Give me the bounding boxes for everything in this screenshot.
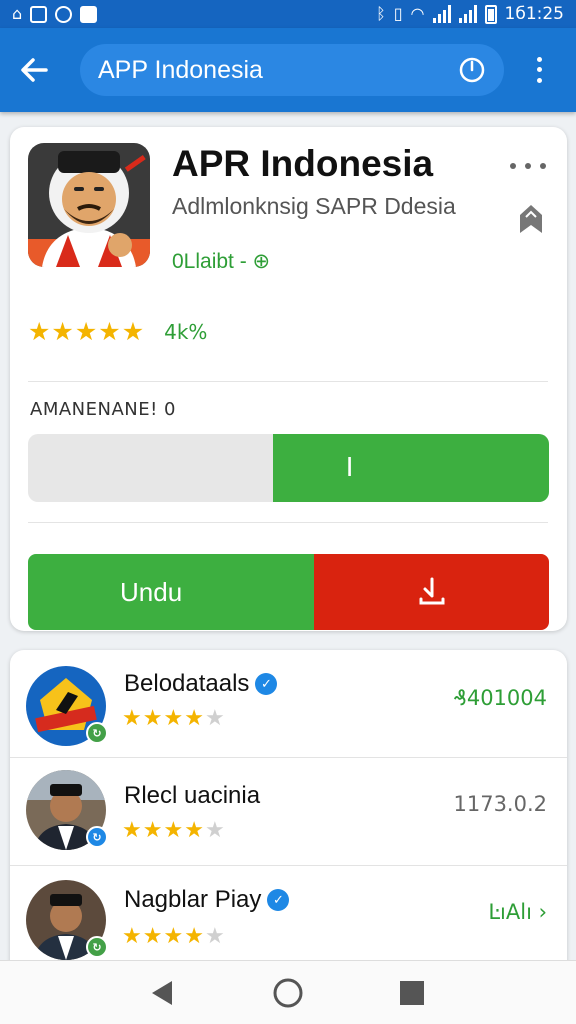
verified-icon: ✓	[255, 673, 278, 695]
back-arrow-icon[interactable]	[16, 52, 52, 88]
progress-fill	[272, 434, 549, 502]
overflow-menu-icon[interactable]	[526, 54, 552, 86]
status-left-icons: ⌂	[12, 4, 98, 23]
status-badge: ↻	[86, 826, 108, 848]
progress-text: I	[345, 453, 354, 483]
star-filled-icon: ★	[51, 317, 74, 346]
status-right-icons: ᛒ ▯ ◠ 1б1:25	[376, 4, 564, 24]
star-empty-icon: ★	[204, 818, 225, 843]
notification-icon: ⌂	[12, 4, 23, 23]
list-item-name: Nagblar Piay ✓	[124, 886, 290, 914]
star-filled-icon: ★	[98, 317, 121, 346]
list-item[interactable]: ↻ Rlecl uacinia ★ ★ ★ ★ ★ 1173.0.2	[10, 758, 567, 866]
star-filled-icon: ★	[163, 706, 184, 731]
list-item-value: 1173.0.2	[453, 792, 547, 816]
list-item[interactable]: ↻ Belodataals ✓ ★ ★ ★ ★ ★ ₰401004	[10, 650, 567, 758]
refresh-icon[interactable]	[458, 56, 486, 84]
list-item-title: Nagblar Piay	[124, 886, 262, 913]
related-apps-list: ↻ Belodataals ✓ ★ ★ ★ ★ ★ ₰401004 ↻ Rlecl ua…	[10, 650, 567, 970]
install-button[interactable]	[314, 554, 549, 630]
navigation-bar	[0, 960, 576, 1024]
download-button-label: Undu	[120, 576, 183, 607]
list-item-value: ₰401004	[453, 686, 547, 710]
mail-icon	[80, 5, 98, 23]
bookmark-icon[interactable]	[516, 203, 546, 235]
verified-icon: ✓	[267, 889, 290, 911]
bluetooth-icon: ᛒ	[376, 4, 386, 23]
signal-icon	[458, 5, 477, 23]
action-row: Undu	[28, 554, 549, 630]
back-nav-icon[interactable]	[146, 977, 178, 1009]
search-input[interactable]: APP Indonesia	[98, 56, 458, 85]
list-item-name: Belodataals ✓	[124, 670, 278, 698]
divider	[28, 381, 548, 382]
more-options-icon[interactable]	[510, 163, 546, 173]
app-detail-card: APR Indonesia Adlmlonknsig SAPR Ddesia 0…	[10, 127, 567, 631]
list-item-value: ĿıAlı ›	[488, 900, 547, 924]
search-bar[interactable]: APP Indonesia	[80, 44, 504, 96]
star-filled-icon: ★	[121, 317, 145, 346]
recents-nav-icon[interactable]	[396, 977, 428, 1009]
star-filled-icon: ★	[142, 924, 163, 949]
list-item-title: Rlecl uacinia	[124, 782, 261, 809]
status-badge: ↻	[86, 722, 108, 744]
status-time: 1б1:25	[504, 4, 564, 24]
rating-row: ★ ★ ★ ★ ★ 4k%	[28, 319, 207, 344]
divider	[28, 522, 548, 523]
star-filled-icon: ★	[122, 924, 142, 949]
list-item-title: Belodataals	[124, 670, 250, 697]
star-filled-icon: ★	[28, 317, 51, 346]
star-filled-icon: ★	[184, 924, 204, 949]
signal-icon	[432, 5, 451, 23]
star-filled-icon: ★	[163, 924, 184, 949]
list-item-name: Rlecl uacinia	[124, 782, 260, 810]
star-filled-icon: ★	[122, 706, 142, 731]
progress-bar: I	[28, 434, 549, 502]
app-icon	[28, 143, 150, 267]
list-item[interactable]: ↻ Nagblar Piay ✓ ★ ★ ★ ★ ★ ĿıAlı ›	[10, 866, 567, 970]
star-empty-icon: ★	[204, 924, 225, 949]
star-filled-icon: ★	[142, 706, 163, 731]
app-title: APR Indonesia	[172, 143, 434, 184]
home-nav-icon[interactable]	[272, 977, 304, 1009]
list-item-stars: ★ ★ ★ ★ ★	[122, 820, 225, 842]
battery-icon	[484, 4, 497, 24]
app-subtitle: Adlmlonknsig SAPR Ddesia	[172, 193, 456, 219]
star-filled-icon: ★	[184, 706, 204, 731]
star-filled-icon: ★	[184, 818, 204, 843]
section-label: AMANENANE! 0	[30, 399, 177, 420]
download-button[interactable]: Undu	[28, 554, 314, 630]
vibrate-icon: ▯	[393, 4, 403, 23]
status-badge: ↻	[86, 936, 108, 958]
circle-app-icon	[55, 5, 73, 23]
rating-count: 4k%	[164, 319, 208, 344]
star-filled-icon: ★	[74, 317, 98, 346]
app-meta: 0Llaibt - ⊕	[172, 250, 271, 273]
list-item-stars: ★ ★ ★ ★ ★	[122, 926, 225, 948]
star-filled-icon: ★	[142, 818, 163, 843]
list-item-stars: ★ ★ ★ ★ ★	[122, 708, 225, 730]
app-bar: APP Indonesia	[0, 28, 576, 112]
status-bar: ⌂ ᛒ ▯ ◠ 1б1:25	[0, 0, 576, 28]
rating-stars: ★ ★ ★ ★ ★	[28, 319, 144, 344]
wifi-icon: ◠	[410, 4, 425, 23]
star-filled-icon: ★	[122, 818, 142, 843]
star-filled-icon: ★	[163, 818, 184, 843]
image-icon	[30, 5, 48, 23]
download-arrow-icon	[419, 577, 444, 605]
star-empty-icon: ★	[204, 706, 225, 731]
